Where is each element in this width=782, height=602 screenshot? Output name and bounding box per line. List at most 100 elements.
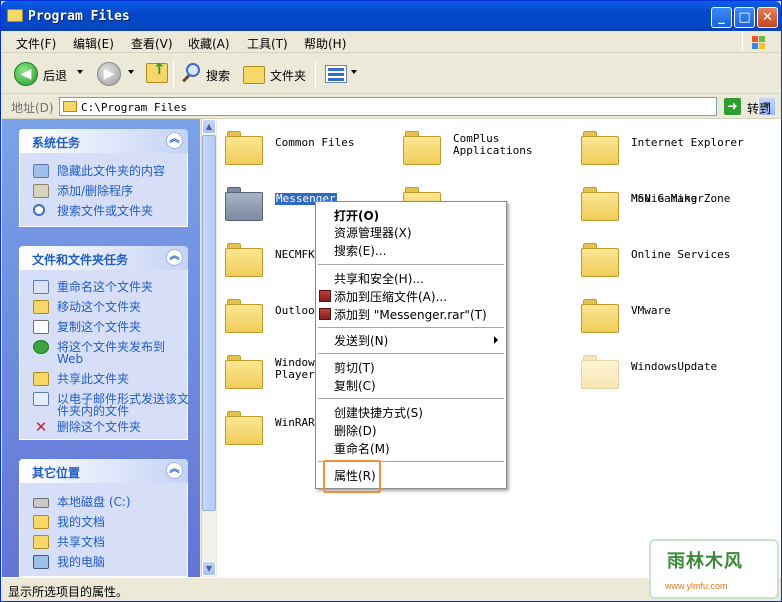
folder-name[interactable]: VMware xyxy=(631,305,671,317)
folder-name[interactable]: NECMFK xyxy=(275,249,315,261)
menu-view[interactable]: 查看(V) xyxy=(131,35,173,52)
address-input[interactable]: C:\Program Files ▼ xyxy=(59,97,775,116)
menu-separator xyxy=(318,398,504,399)
folder-name[interactable]: Online Services xyxy=(631,249,730,261)
folder-name[interactable]: Internet Explorer xyxy=(631,137,744,149)
scroll-up-button[interactable]: ▲ xyxy=(202,119,216,134)
task-label[interactable]: 将这个文件夹发布到 Web xyxy=(57,341,192,365)
task-label[interactable]: 重命名这个文件夹 xyxy=(57,281,192,293)
task-label[interactable]: 本地磁盘 (C:) xyxy=(57,496,192,508)
menu-help[interactable]: 帮助(H) xyxy=(304,35,346,52)
context-menu: 打开(O) 资源管理器(X) 搜索(E)... 共享和安全(H)... 添加到压… xyxy=(315,201,507,489)
up-folder-button[interactable]: ↑ xyxy=(146,60,168,83)
folder-item[interactable]: VMware xyxy=(575,291,745,335)
folder-name[interactable]: WinRAR xyxy=(275,417,315,429)
back-label[interactable]: 后退 xyxy=(43,67,67,84)
task-label[interactable]: 隐藏此文件夹的内容 xyxy=(57,165,192,177)
collapse-chevron-icon[interactable]: ︽ xyxy=(166,132,183,149)
folder-item[interactable]: ComPlus Applications xyxy=(397,123,567,167)
task-label[interactable]: 删除这个文件夹 xyxy=(57,421,192,433)
minimize-button[interactable]: _ xyxy=(711,7,732,28)
toolbar: ◀ 后退 ▶ ↑ 搜索 文件夹 xyxy=(2,54,780,94)
title-bar[interactable]: Program Files _ □ ✕ xyxy=(1,1,781,31)
menu-file[interactable]: 文件(F) xyxy=(16,35,56,52)
disk-drive-icon xyxy=(33,498,49,508)
menu-rename[interactable]: 重命名(M) xyxy=(334,442,390,456)
menu-send-to[interactable]: 发送到(N) xyxy=(334,334,388,348)
panel-other-places: 本地磁盘 (C:) 我的文档 共享文档 我的电脑 xyxy=(19,483,188,577)
forward-dropdown-icon[interactable] xyxy=(128,70,134,74)
menu-add-to-archive[interactable]: 添加到压缩文件(A)... xyxy=(334,290,447,304)
menu-explorer[interactable]: 资源管理器(X) xyxy=(334,226,412,240)
scroll-thumb[interactable] xyxy=(202,135,216,511)
search-icon[interactable] xyxy=(180,63,202,85)
go-arrow-icon[interactable]: ➜ xyxy=(724,98,741,115)
task-label[interactable]: 我的文档 xyxy=(57,516,192,528)
panel-system-tasks: 隐藏此文件夹的内容 添加/删除程序 搜索文件或文件夹 xyxy=(19,153,188,227)
folder-icon xyxy=(581,299,619,333)
publish-web-icon xyxy=(33,340,49,354)
menu-cut[interactable]: 剪切(T) xyxy=(334,361,375,375)
panel-title: 其它位置 xyxy=(32,466,81,480)
menu-separator xyxy=(318,264,504,265)
folders-button[interactable]: 文件夹 xyxy=(270,67,306,84)
menu-search[interactable]: 搜索(E)... xyxy=(334,244,386,258)
scroll-down-button[interactable]: ▼ xyxy=(202,561,216,576)
panel-header-other-places[interactable]: 其它位置 ︽ xyxy=(19,459,188,483)
views-button[interactable] xyxy=(325,65,347,83)
panel-file-folder-tasks: 重命名这个文件夹 移动这个文件夹 复制这个文件夹 将这个文件夹发布到 Web 共… xyxy=(19,270,189,440)
forward-button[interactable]: ▶ xyxy=(97,62,121,86)
properties-highlight-box xyxy=(323,460,381,493)
menu-open[interactable]: 打开(O) xyxy=(334,209,379,223)
task-label[interactable]: 共享此文件夹 xyxy=(57,373,192,385)
task-label[interactable]: 添加/删除程序 xyxy=(57,185,192,197)
task-label[interactable]: 搜索文件或文件夹 xyxy=(57,205,192,217)
task-label[interactable]: 以电子邮件形式发送该文件夹内的文件 xyxy=(57,393,192,417)
folder-icon xyxy=(403,131,441,165)
folder-item[interactable]: Internet Explorer xyxy=(575,123,745,167)
menu-copy[interactable]: 复制(C) xyxy=(334,379,376,393)
go-button[interactable]: 转到 xyxy=(747,100,771,117)
folder-name[interactable]: Common Files xyxy=(275,137,354,149)
views-dropdown-icon[interactable] xyxy=(351,70,357,74)
folder-item[interactable]: MSN Gaming Zone xyxy=(575,179,745,223)
maximize-button[interactable]: □ xyxy=(734,7,755,28)
address-value[interactable]: C:\Program Files xyxy=(81,101,187,114)
panel-header-file-folder-tasks[interactable]: 文件和文件夹任务 ︽ xyxy=(19,246,188,270)
task-label[interactable]: 我的电脑 xyxy=(57,556,192,568)
menu-favorites[interactable]: 收藏(A) xyxy=(188,35,230,52)
back-dropdown-icon[interactable] xyxy=(77,70,83,74)
folder-icon xyxy=(581,131,619,165)
folder-name[interactable]: MSN Gaming Zone xyxy=(631,193,730,205)
task-label[interactable]: 共享文档 xyxy=(57,536,192,548)
folder-icon xyxy=(225,187,263,221)
toolbar-separator xyxy=(315,60,316,88)
folders-icon[interactable] xyxy=(243,66,265,84)
folder-item[interactable]: Online Services xyxy=(575,235,745,279)
close-button[interactable]: ✕ xyxy=(757,7,778,28)
menu-tools[interactable]: 工具(T) xyxy=(247,35,288,52)
folder-item[interactable]: WindowsUpdate xyxy=(575,347,745,391)
task-label[interactable]: 复制这个文件夹 xyxy=(57,321,192,333)
my-documents-icon xyxy=(33,515,49,529)
collapse-chevron-icon[interactable]: ︽ xyxy=(166,249,183,266)
menu-add-to-rar[interactable]: 添加到 "Messenger.rar"(T) xyxy=(334,308,487,322)
folder-name[interactable]: ComPlus Applications xyxy=(453,133,532,157)
folder-icon xyxy=(581,355,619,389)
menu-share-security[interactable]: 共享和安全(H)... xyxy=(334,272,424,286)
my-computer-icon xyxy=(33,555,49,569)
vertical-scrollbar[interactable]: ▲ ▼ xyxy=(201,119,216,577)
search-button[interactable]: 搜索 xyxy=(206,67,230,84)
task-label[interactable]: 移动这个文件夹 xyxy=(57,301,192,313)
copy-folder-icon xyxy=(33,320,49,334)
collapse-chevron-icon[interactable]: ︽ xyxy=(166,462,183,479)
watermark-title: 雨林木风 xyxy=(667,551,743,572)
folder-name[interactable]: WindowsUpdate xyxy=(631,361,717,373)
menu-edit[interactable]: 编辑(E) xyxy=(73,35,114,52)
folder-item[interactable]: Common Files xyxy=(219,123,389,167)
menu-create-shortcut[interactable]: 创建快捷方式(S) xyxy=(334,406,423,420)
menu-delete[interactable]: 删除(D) xyxy=(334,424,377,438)
back-button[interactable]: ◀ xyxy=(14,62,38,86)
panel-header-system-tasks[interactable]: 系统任务 ︽ xyxy=(19,129,188,153)
folder-icon xyxy=(581,243,619,277)
